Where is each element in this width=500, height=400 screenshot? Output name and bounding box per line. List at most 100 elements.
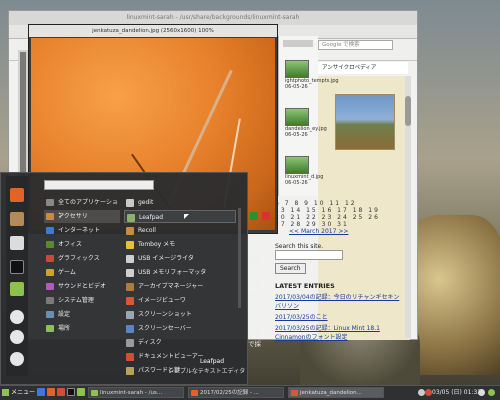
lock-icon[interactable]: [10, 310, 24, 324]
menu-app-item[interactable]: Tomboy メモ: [124, 238, 236, 251]
dialog-buttons: [248, 210, 274, 222]
firefox-launcher-icon[interactable]: [47, 388, 55, 396]
accessories-icon: [46, 213, 54, 220]
clock[interactable]: 03/05 (日) 01:33: [432, 387, 481, 398]
menu-search-input[interactable]: [44, 180, 154, 190]
places-icon: [46, 325, 54, 332]
menu-category-label: オフィス: [58, 241, 82, 248]
site-search-input[interactable]: [275, 250, 343, 260]
accept-button[interactable]: [250, 212, 258, 220]
entry-link[interactable]: 2017/03/25のこと: [275, 312, 405, 321]
menu-app-label: スクリーンセーバー: [138, 325, 192, 332]
menu-app-label: ディスク: [138, 339, 162, 346]
vivaldi-launcher-icon[interactable]: [57, 388, 65, 396]
menu-app-item[interactable]: スクリーンセーバー: [124, 322, 236, 335]
internet-icon: [46, 227, 54, 234]
menu-category-label: サウンドとビデオ: [58, 283, 107, 290]
document-viewer-icon: [126, 353, 134, 361]
disks-icon: [126, 339, 134, 347]
volume-icon[interactable]: [478, 389, 485, 396]
article-text: で採: [248, 340, 261, 348]
system-admin-icon: [46, 297, 54, 304]
screensaver-icon: [126, 325, 134, 333]
menu-category[interactable]: 全てのアプリケーション: [44, 196, 120, 219]
browser-scroll-thumb[interactable]: [405, 96, 411, 126]
file-item[interactable]: ightphoto_tempts.jpg 06-05-26: [285, 60, 339, 90]
entry-link[interactable]: 2017/03/04の記録：今日のリチャンギセキンバリソン: [275, 292, 405, 310]
recoll-icon: [126, 227, 134, 235]
app-description-text: シンプルなテキストエディタ: [168, 368, 246, 375]
file-thumbnail: [285, 156, 309, 174]
tomboy-icon: [126, 241, 134, 249]
menu-app-item[interactable]: gedit: [124, 196, 236, 209]
taskbar-window-label: 2017/02/25の記録 - ...: [200, 390, 259, 396]
menu-scrollbar[interactable]: [238, 208, 241, 308]
menu-app-item[interactable]: イメージビューワ: [124, 294, 236, 307]
entry-link[interactable]: 2017/03/25の記録：Linux Mint 18.1 Cinnamonのフ…: [275, 323, 405, 341]
taskbar-window-label: jenkatuza_dandelion...: [300, 390, 362, 396]
menu-app-item[interactable]: ディスク: [124, 336, 236, 349]
menu-category[interactable]: グラフィックス: [44, 252, 120, 265]
file-thumbnail: [285, 108, 309, 126]
article-text: バル: [248, 327, 261, 335]
menu-category[interactable]: システム管理: [44, 294, 120, 307]
software-manager-icon[interactable]: [10, 212, 24, 226]
taskbar-window-button[interactable]: 2017/02/25の記録 - ...: [188, 387, 284, 398]
file-item[interactable]: dandelion_ey.jpg 06-05-26: [285, 108, 327, 138]
show-desktop-icon[interactable]: [37, 388, 45, 396]
menu-app-item[interactable]: アーカイブマネージャー: [124, 280, 236, 293]
blog-sidebar-image: [335, 94, 395, 150]
network-icon[interactable]: [418, 389, 425, 396]
google-search-input[interactable]: Google で検索: [318, 40, 393, 50]
menu-category[interactable]: インターネット: [44, 224, 120, 237]
menu-category-label: グラフィックス: [58, 255, 100, 262]
menu-app-label: Leafpad: [139, 214, 164, 221]
power-icon[interactable]: [10, 352, 24, 366]
menu-category[interactable]: オフィス: [44, 238, 120, 251]
sound-video-icon: [46, 283, 54, 290]
menu-category[interactable]: アクセサリ: [44, 210, 120, 223]
terminal-icon[interactable]: [10, 260, 24, 274]
menu-app-item[interactable]: Leafpad: [124, 210, 236, 223]
menu-app-item[interactable]: スクリーンショット: [124, 308, 236, 321]
passwords-icon: [126, 367, 134, 375]
taskbar-window-label: linuxmint-sarah - /us...: [100, 390, 163, 396]
site-search-button[interactable]: Search: [275, 263, 306, 274]
menu-app-label: ドキュメントビューアー: [138, 353, 204, 360]
taskbar-window-button[interactable]: jenkatuza_dandelion...: [288, 387, 384, 398]
close-button[interactable]: [262, 212, 270, 220]
taskbar-menu-button[interactable]: メニュー: [2, 387, 35, 398]
firefox-icon[interactable]: [10, 188, 24, 202]
menu-app-item[interactable]: USB メモリフォーマッタ: [124, 266, 236, 279]
all-apps-icon: [46, 199, 54, 206]
usb-format-icon: [126, 269, 134, 277]
folder-icon[interactable]: [10, 282, 24, 296]
menu-app-item[interactable]: Recoll: [124, 224, 236, 237]
settings-icon[interactable]: [10, 236, 24, 250]
calendar-row: 13 14 15 16 17 18 19: [275, 207, 380, 214]
menu-category[interactable]: サウンドとビデオ: [44, 280, 120, 293]
image-viewer-icon: [126, 297, 134, 305]
leafpad-icon: [127, 214, 135, 222]
menu-app-label: スクリーンショット: [138, 311, 192, 318]
terminal-launcher-icon[interactable]: [67, 388, 75, 396]
update-icon[interactable]: [425, 389, 432, 396]
file-toolbar[interactable]: [283, 40, 313, 47]
menu-category[interactable]: 場所: [44, 322, 120, 335]
user-icon[interactable]: [488, 389, 495, 396]
logout-icon[interactable]: [10, 330, 24, 344]
files-launcher-icon[interactable]: [77, 388, 85, 396]
menu-app-label: gedit: [138, 199, 154, 206]
menu-category-label: アクセサリ: [58, 213, 88, 220]
menu-category-label: 設定: [58, 311, 71, 318]
games-icon: [46, 269, 54, 276]
file-date: 06-05-26: [285, 84, 308, 90]
taskbar-window-button[interactable]: linuxmint-sarah - /us...: [88, 387, 184, 398]
calendar-nav-link[interactable]: << March 2017 >>: [289, 228, 405, 235]
menu-app-item[interactable]: USB イメージライタ: [124, 252, 236, 265]
file-date: 06-05-26: [285, 132, 308, 138]
file-item[interactable]: linuxmint_d.jpg 06-05-26: [285, 156, 323, 186]
menu-category[interactable]: ゲーム: [44, 266, 120, 279]
article-fragment: mon ーン 簡単 それ えて バル で採: [248, 228, 276, 351]
menu-category[interactable]: 設定: [44, 308, 120, 321]
